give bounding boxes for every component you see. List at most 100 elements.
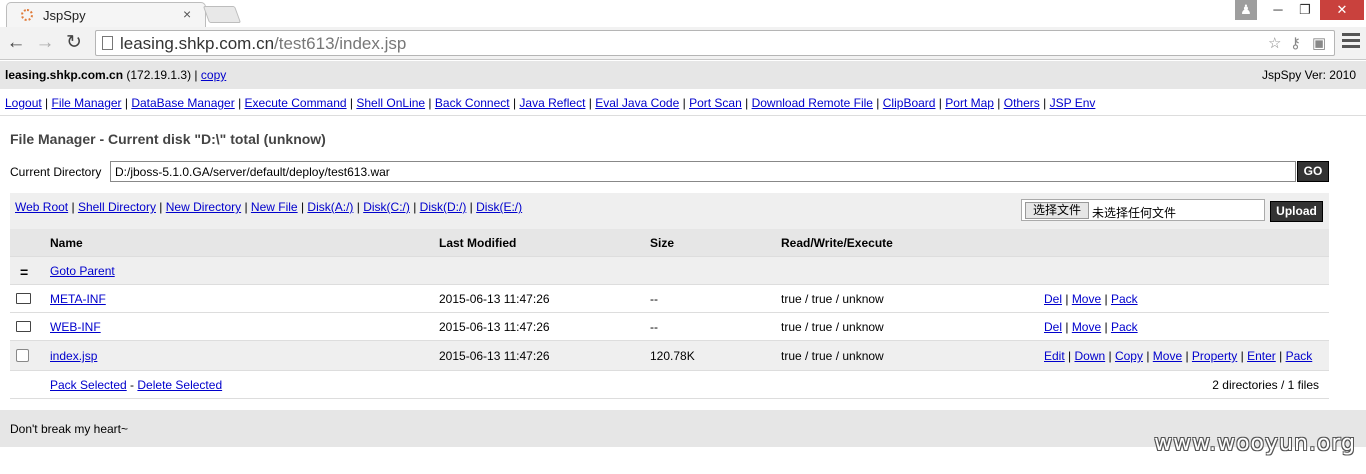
link-separator: | [41,96,52,110]
goto-parent-link[interactable]: Goto Parent [50,264,115,278]
menu-jsp-env[interactable]: JSP Env [1050,96,1096,110]
action-move[interactable]: Move [1072,292,1101,306]
folder-icon [16,292,31,307]
link-separator: | [466,200,477,214]
back-icon[interactable]: ← [4,31,28,55]
link-separator: | [1182,349,1192,363]
choose-file-button[interactable]: 选择文件 [1025,202,1090,219]
pack-selected-link[interactable]: Pack Selected [50,378,127,392]
forward-icon[interactable]: → [33,31,57,55]
select-checkbox[interactable] [16,349,29,365]
menu-shell-online[interactable]: Shell OnLine [356,96,425,110]
menu-java-reflect[interactable]: Java Reflect [519,96,585,110]
file-name-link[interactable]: index.jsp [50,349,97,363]
action-move[interactable]: Move [1072,320,1101,334]
folder-icon [16,320,31,335]
shortcut-new-directory[interactable]: New Directory [166,200,241,214]
link-separator: | [234,96,245,110]
link-separator: | [1062,320,1072,334]
action-copy[interactable]: Copy [1115,349,1143,363]
go-button[interactable]: GO [1297,161,1329,182]
menu-port-map[interactable]: Port Map [945,96,994,110]
file-table: Name Last Modified Size Read/Write/Execu… [10,229,1329,399]
action-edit[interactable]: Edit [1044,349,1065,363]
browser-toolbar: ← → ↻ leasing.shkp.com.cn/test613/index.… [0,27,1366,60]
table-header: Name Last Modified Size Read/Write/Execu… [10,229,1329,257]
action-property[interactable]: Property [1192,349,1237,363]
file-input[interactable]: 选择文件 未选择任何文件 [1021,199,1265,221]
action-down[interactable]: Down [1074,349,1105,363]
menu-others[interactable]: Others [1004,96,1040,110]
copy-link[interactable]: copy [201,68,226,82]
link-separator: | [155,200,166,214]
delete-selected-link[interactable]: Delete Selected [137,378,222,392]
close-window-button[interactable]: ✕ [1320,0,1364,20]
link-separator: | [585,96,596,110]
action-pack[interactable]: Pack [1111,320,1138,334]
file-name-link[interactable]: WEB-INF [50,320,101,334]
file-size: -- [650,292,658,306]
link-separator: | [741,96,752,110]
action-del[interactable]: Del [1044,320,1062,334]
action-pack[interactable]: Pack [1111,292,1138,306]
host-bar: leasing.shkp.com.cn (172.19.1.3) | copy … [0,61,1366,89]
star-icon[interactable]: ☆ [1268,34,1281,52]
link-separator: | [679,96,690,110]
menu-logout[interactable]: Logout [5,96,42,110]
host-info: leasing.shkp.com.cn (172.19.1.3) | copy [5,68,226,82]
menu-eval-java-code[interactable]: Eval Java Code [595,96,679,110]
shortcut-web-root[interactable]: Web Root [15,200,68,214]
link-separator: | [1237,349,1248,363]
menu-back-connect[interactable]: Back Connect [435,96,510,110]
link-separator: | [1101,320,1111,334]
tab-title: JspSpy [43,8,86,23]
url-text[interactable]: leasing.shkp.com.cn/test613/index.jsp [120,34,406,54]
link-separator: | [872,96,883,110]
shortcut-disk-a[interactable]: Disk(A:/) [307,200,353,214]
version-text: JspSpy Ver: 2010 [1261,68,1356,82]
menu-download-remote-file[interactable]: Download Remote File [752,96,873,110]
action-move[interactable]: Move [1153,349,1182,363]
address-bar[interactable]: leasing.shkp.com.cn/test613/index.jsp ☆ … [95,30,1335,56]
link-separator: | [353,200,364,214]
menu-database-manager[interactable]: DataBase Manager [131,96,234,110]
shortcut-disk-d[interactable]: Disk(D:/) [420,200,467,214]
file-name-link[interactable]: META-INF [50,292,106,306]
action-enter[interactable]: Enter [1247,349,1276,363]
shortcut-disk-e[interactable]: Disk(E:/) [476,200,522,214]
row-actions: Edit | Down | Copy | Move | Property | E… [1044,349,1312,363]
shortcut-new-file[interactable]: New File [251,200,298,214]
main-menu: Logout | File Manager | DataBase Manager… [0,89,1366,116]
user-icon[interactable]: ♟ [1235,0,1257,20]
maximize-button[interactable]: ❐ [1292,0,1318,20]
menu-file-manager[interactable]: File Manager [52,96,122,110]
link-separator: | [1105,349,1115,363]
shortcut-shell-directory[interactable]: Shell Directory [78,200,156,214]
chrome-menu-icon[interactable] [1342,33,1360,51]
menu-execute-command[interactable]: Execute Command [245,96,347,110]
new-tab-button[interactable] [202,6,242,23]
file-size: -- [650,320,658,334]
link-separator: | [346,96,357,110]
parent-icon: = [20,264,29,280]
reload-icon[interactable]: ↻ [62,31,86,55]
upload-button[interactable]: Upload [1270,201,1323,222]
action-del[interactable]: Del [1044,292,1062,306]
shortcut-bar: Web Root | Shell Directory | New Directo… [10,193,1329,229]
translate-icon[interactable]: ▣ [1312,34,1326,52]
link-separator: | [993,96,1004,110]
watermark: www.wooyun.org [1154,431,1356,456]
menu-clipboard[interactable]: ClipBoard [883,96,936,110]
current-directory-input[interactable] [110,161,1296,182]
menu-links: Logout | File Manager | DataBase Manager… [5,96,1095,110]
key-icon[interactable]: ⚷ [1290,34,1301,52]
link-separator: | [121,96,132,110]
shortcut-disk-c[interactable]: Disk(C:/) [363,200,410,214]
link-separator: | [1062,292,1072,306]
minimize-button[interactable]: ─ [1265,0,1291,20]
menu-port-scan[interactable]: Port Scan [689,96,742,110]
footer-text: Don't break my heart~ [10,422,129,436]
action-pack[interactable]: Pack [1286,349,1313,363]
browser-tab[interactable]: JspSpy × [6,2,206,27]
tab-close-icon[interactable]: × [183,6,191,22]
